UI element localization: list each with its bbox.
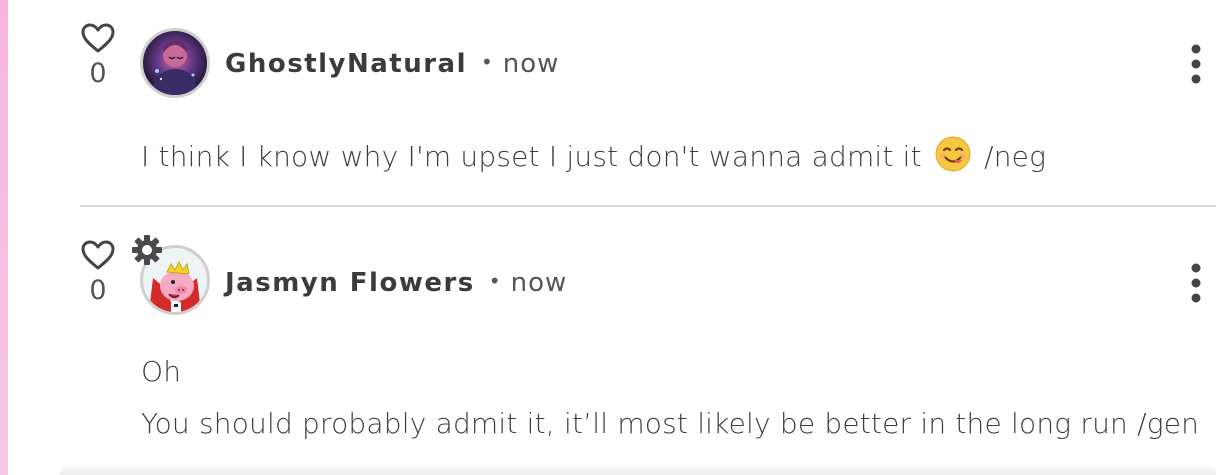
timestamp: now [502,49,560,79]
comment-meta: Jasmyn Flowers • now [225,270,567,296]
more-options-button[interactable] [1186,263,1206,307]
gear-badge-icon [130,233,164,271]
username-link[interactable]: GhostlyNatural [225,49,467,79]
timestamp: now [510,268,568,298]
comment-text-line: You should probably admit it, it’ll most… [141,407,1200,440]
user-avatar-icon [151,40,199,95]
more-options-button[interactable] [1186,44,1206,88]
comment-text-main: I think I know why I'm upset I just don'… [141,140,922,173]
like-count: 0 [89,58,107,89]
heart-icon[interactable] [80,22,116,54]
user-avatar[interactable] [140,28,210,98]
meta-separator: • [481,50,493,74]
face-savoring-food-emoji-icon [935,136,971,179]
more-vertical-icon[interactable] [1186,263,1206,303]
comment-text-line: Oh [141,355,182,388]
more-vertical-icon[interactable] [1186,44,1206,84]
like-control[interactable]: 0 [78,22,118,87]
comment-item: 0 Jasmyn Flowers • now Oh You should pro… [0,207,1216,475]
meta-separator: • [488,269,501,293]
username-link[interactable]: Jasmyn Flowers [225,268,475,298]
comment-text: I think I know why I'm upset I just don'… [141,136,1046,179]
comment-text-tag: /neg [984,140,1047,173]
like-count: 0 [89,275,107,306]
comment-item: 0 GhostlyNatural • now I think I know why … [0,0,1216,205]
like-control[interactable]: 0 [78,239,118,304]
heart-icon[interactable] [80,239,116,271]
comment-meta: GhostlyNatural • now [225,51,559,77]
composer-edge [60,465,1216,475]
